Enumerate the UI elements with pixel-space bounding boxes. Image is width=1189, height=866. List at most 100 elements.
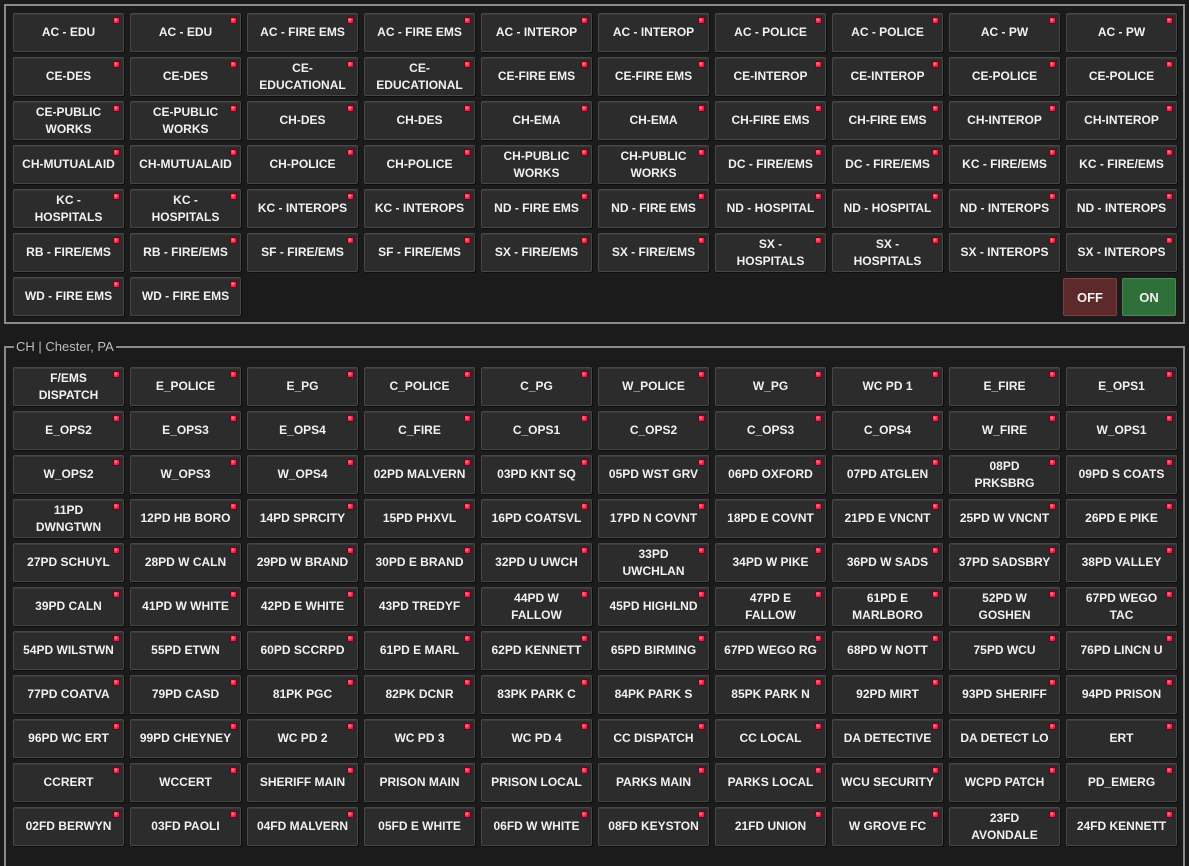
channel-button[interactable]: WCCERT xyxy=(130,763,241,802)
channel-button[interactable]: E_OPS2 xyxy=(13,411,124,450)
channel-button[interactable]: W_OPS2 xyxy=(13,455,124,494)
channel-button[interactable]: PD_EMERG xyxy=(1066,763,1177,802)
talkgroup-button[interactable]: CH-MUTUALAID xyxy=(13,145,124,184)
talkgroup-button[interactable]: ND - INTEROPS xyxy=(1066,189,1177,228)
channel-button[interactable]: 52PD W GOSHEN xyxy=(949,587,1060,626)
talkgroup-button[interactable]: ND - INTEROPS xyxy=(949,189,1060,228)
channel-button[interactable]: 68PD W NOTT xyxy=(832,631,943,670)
channel-button[interactable]: W_FIRE xyxy=(949,411,1060,450)
talkgroup-button[interactable]: AC - PW xyxy=(1066,13,1177,52)
talkgroup-button[interactable]: DC - FIRE/EMS xyxy=(832,145,943,184)
channel-button[interactable]: C_OPS1 xyxy=(481,411,592,450)
channel-button[interactable]: W_OPS1 xyxy=(1066,411,1177,450)
talkgroup-button[interactable]: RB - FIRE/EMS xyxy=(13,233,124,272)
channel-button[interactable]: ERT xyxy=(1066,719,1177,758)
channel-button[interactable]: 42PD E WHITE xyxy=(247,587,358,626)
talkgroup-button[interactable]: CE-DES xyxy=(130,57,241,96)
talkgroup-button[interactable]: CH-DES xyxy=(364,101,475,140)
talkgroup-button[interactable]: CE-INTEROP xyxy=(715,57,826,96)
channel-button[interactable]: 77PD COATVA xyxy=(13,675,124,714)
channel-button[interactable]: 67PD WEGO TAC xyxy=(1066,587,1177,626)
channel-button[interactable]: 85PK PARK N xyxy=(715,675,826,714)
channel-button[interactable]: 09PD S COATS xyxy=(1066,455,1177,494)
talkgroup-button[interactable]: CE-POLICE xyxy=(1066,57,1177,96)
channel-button[interactable]: WC PD 4 xyxy=(481,719,592,758)
talkgroup-button[interactable]: SX - HOSPITALS xyxy=(715,233,826,272)
channel-button[interactable]: 26PD E PIKE xyxy=(1066,499,1177,538)
channel-button[interactable]: 06PD OXFORD xyxy=(715,455,826,494)
channel-button[interactable]: W GROVE FC xyxy=(832,807,943,846)
channel-button[interactable]: E_POLICE xyxy=(130,367,241,406)
channel-button[interactable]: 39PD CALN xyxy=(13,587,124,626)
channel-button[interactable]: WC PD 2 xyxy=(247,719,358,758)
channel-button[interactable]: 83PK PARK C xyxy=(481,675,592,714)
channel-button[interactable]: 41PD W WHITE xyxy=(130,587,241,626)
talkgroup-button[interactable]: CH-DES xyxy=(247,101,358,140)
channel-button[interactable]: CCRERT xyxy=(13,763,124,802)
talkgroup-button[interactable]: AC - INTEROP xyxy=(598,13,709,52)
channel-button[interactable]: 28PD W CALN xyxy=(130,543,241,582)
talkgroup-button[interactable]: SF - FIRE/EMS xyxy=(364,233,475,272)
channel-button[interactable]: C_POLICE xyxy=(364,367,475,406)
channel-button[interactable]: 37PD SADSBRY xyxy=(949,543,1060,582)
channel-button[interactable]: 76PD LINCN U xyxy=(1066,631,1177,670)
channel-button[interactable]: W_OPS3 xyxy=(130,455,241,494)
channel-button[interactable]: 08PD PRKSBRG xyxy=(949,455,1060,494)
channel-button[interactable]: 30PD E BRAND xyxy=(364,543,475,582)
talkgroup-button[interactable]: CH-EMA xyxy=(481,101,592,140)
channel-button[interactable]: 24FD KENNETT xyxy=(1066,807,1177,846)
talkgroup-button[interactable]: CH-FIRE EMS xyxy=(715,101,826,140)
channel-button[interactable]: 05FD E WHITE xyxy=(364,807,475,846)
channel-button[interactable]: W_OPS4 xyxy=(247,455,358,494)
channel-button[interactable]: WC PD 1 xyxy=(832,367,943,406)
channel-button[interactable]: 47PD E FALLOW xyxy=(715,587,826,626)
talkgroup-button[interactable]: CH-EMA xyxy=(598,101,709,140)
channel-button[interactable]: 94PD PRISON xyxy=(1066,675,1177,714)
channel-button[interactable]: 54PD WILSTWN xyxy=(13,631,124,670)
talkgroup-button[interactable]: CE-DES xyxy=(13,57,124,96)
talkgroup-button[interactable]: AC - POLICE xyxy=(832,13,943,52)
channel-button[interactable]: PARKS LOCAL xyxy=(715,763,826,802)
talkgroup-button[interactable]: SX - FIRE/EMS xyxy=(481,233,592,272)
channel-button[interactable]: 21FD UNION xyxy=(715,807,826,846)
channel-button[interactable]: 29PD W BRAND xyxy=(247,543,358,582)
channel-button[interactable]: 60PD SCCRPD xyxy=(247,631,358,670)
channel-button[interactable]: 82PK DCNR xyxy=(364,675,475,714)
talkgroup-button[interactable]: SF - FIRE/EMS xyxy=(247,233,358,272)
talkgroup-button[interactable]: CE-INTEROP xyxy=(832,57,943,96)
talkgroup-button[interactable]: SX - HOSPITALS xyxy=(832,233,943,272)
talkgroup-button[interactable]: CH-FIRE EMS xyxy=(832,101,943,140)
channel-button[interactable]: W_POLICE xyxy=(598,367,709,406)
talkgroup-button[interactable]: CH-POLICE xyxy=(364,145,475,184)
talkgroup-button[interactable]: SX - FIRE/EMS xyxy=(598,233,709,272)
talkgroup-button[interactable]: KC - INTEROPS xyxy=(247,189,358,228)
channel-button[interactable]: CC DISPATCH xyxy=(598,719,709,758)
talkgroup-button[interactable]: CH-PUBLIC WORKS xyxy=(598,145,709,184)
talkgroup-button[interactable]: CH-INTEROP xyxy=(949,101,1060,140)
talkgroup-button[interactable]: CE-EDUCATIONAL xyxy=(247,57,358,96)
channel-button[interactable]: WC PD 3 xyxy=(364,719,475,758)
channel-button[interactable]: 03PD KNT SQ xyxy=(481,455,592,494)
channel-button[interactable]: 04FD MALVERN xyxy=(247,807,358,846)
talkgroup-button[interactable]: WD - FIRE EMS xyxy=(13,277,124,316)
channel-button[interactable]: 11PD DWNGTWN xyxy=(13,499,124,538)
talkgroup-button[interactable]: AC - INTEROP xyxy=(481,13,592,52)
talkgroup-button[interactable]: CE-EDUCATIONAL xyxy=(364,57,475,96)
talkgroup-button[interactable]: KC - INTEROPS xyxy=(364,189,475,228)
channel-button[interactable]: 05PD WST GRV xyxy=(598,455,709,494)
channel-button[interactable]: 55PD ETWN xyxy=(130,631,241,670)
talkgroup-button[interactable]: CE-PUBLIC WORKS xyxy=(13,101,124,140)
channel-button[interactable]: E_OPS1 xyxy=(1066,367,1177,406)
channel-button[interactable]: 17PD N COVNT xyxy=(598,499,709,538)
channel-button[interactable]: 14PD SPRCITY xyxy=(247,499,358,538)
talkgroup-button[interactable]: ND - HOSPITAL xyxy=(715,189,826,228)
channel-button[interactable]: 67PD WEGO RG xyxy=(715,631,826,670)
talkgroup-button[interactable]: CE-PUBLIC WORKS xyxy=(130,101,241,140)
channel-button[interactable]: 92PD MIRT xyxy=(832,675,943,714)
talkgroup-button[interactable]: ND - FIRE EMS xyxy=(481,189,592,228)
talkgroup-button[interactable]: SX - INTEROPS xyxy=(1066,233,1177,272)
channel-button[interactable]: 62PD KENNETT xyxy=(481,631,592,670)
talkgroup-button[interactable]: AC - PW xyxy=(949,13,1060,52)
channel-button[interactable]: 02FD BERWYN xyxy=(13,807,124,846)
talkgroup-button[interactable]: CH-POLICE xyxy=(247,145,358,184)
